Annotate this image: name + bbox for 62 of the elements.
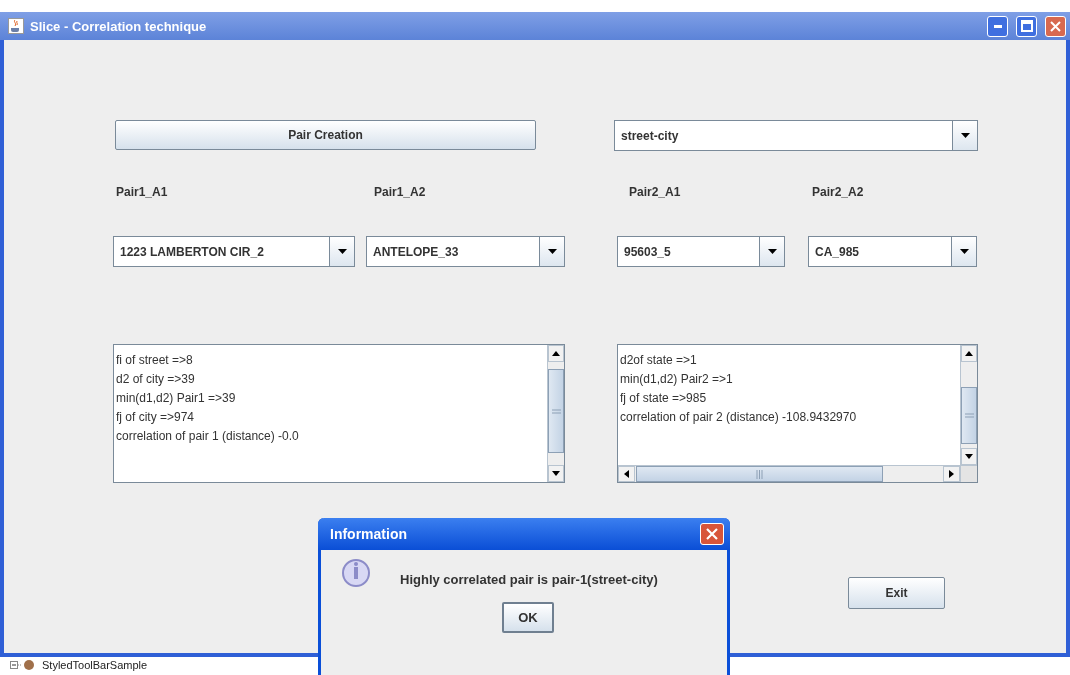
caret-icon xyxy=(959,249,969,254)
dropdown[interactable]: CA_985 xyxy=(808,236,977,267)
close-button[interactable] xyxy=(1045,15,1066,37)
info-icon xyxy=(341,558,371,588)
scroll-left-button[interactable] xyxy=(618,466,635,482)
pair-creation-button[interactable]: Pair Creation xyxy=(115,120,536,150)
up-arrow-icon xyxy=(965,351,973,356)
scroll-thumb[interactable] xyxy=(961,387,977,444)
scroll-up-button[interactable] xyxy=(548,345,564,362)
window-title: Slice - Correlation technique xyxy=(30,18,208,34)
output-text-area[interactable]: d2of state =>1 min(d1,d2) Pair2 =>1 fj of state =>985 correlation of pair 2 (distance) -108.9432970 xyxy=(617,344,978,483)
output-line: fj of city =>974 xyxy=(116,409,196,426)
left-arrow-icon xyxy=(624,470,629,478)
scrollbar-corner xyxy=(960,465,977,482)
output-line: correlation of pair 2 (distance) -108.9432970 xyxy=(620,409,858,426)
tree-node-icon xyxy=(10,659,36,671)
output-line: d2 of city =>39 xyxy=(116,371,196,388)
down-arrow-icon xyxy=(552,471,560,476)
horizontal-scrollbar[interactable] xyxy=(618,465,960,482)
exit-button[interactable]: Exit xyxy=(848,577,945,609)
minimize-button[interactable] xyxy=(987,15,1008,37)
close-icon xyxy=(706,528,718,540)
output-line: min(d1,d2) Pair1 =>39 xyxy=(116,390,237,407)
dropdown[interactable]: 95603_5 xyxy=(617,236,785,267)
scroll-down-button[interactable] xyxy=(548,465,564,482)
up-arrow-icon xyxy=(552,351,560,356)
field-label: Pair2_A2 xyxy=(812,185,864,201)
output-line: d2of state =>1 xyxy=(620,352,698,369)
cup-icon xyxy=(8,18,24,34)
scroll-thumb[interactable] xyxy=(636,466,883,482)
output-line: correlation of pair 1 (distance) -0.0 xyxy=(116,428,300,445)
maximize-button[interactable] xyxy=(1016,15,1037,37)
dialog-message: Highly correlated pair is pair-1(street-city) xyxy=(400,571,658,587)
tree-item-label[interactable]: StyledToolBarSample xyxy=(42,659,148,671)
field-label: Pair1_A1 xyxy=(116,185,168,201)
output-line: fj of state =>985 xyxy=(620,390,708,407)
dropdown[interactable]: street-city xyxy=(614,120,978,151)
dialog-title: Information xyxy=(330,526,408,542)
field-label: Pair2_A1 xyxy=(629,185,681,201)
scroll-thumb[interactable] xyxy=(548,369,564,453)
close-icon xyxy=(1050,20,1061,32)
minimize-icon xyxy=(993,24,1002,28)
dropdown[interactable]: 1223 LAMBERTON CIR_2 xyxy=(113,236,355,267)
dropdown[interactable]: ANTELOPE_33 xyxy=(366,236,565,267)
caret-icon xyxy=(960,133,970,138)
scroll-down-button[interactable] xyxy=(961,448,977,465)
field-label: Pair1_A2 xyxy=(374,185,426,201)
down-arrow-icon xyxy=(965,454,973,459)
right-arrow-icon xyxy=(949,470,954,478)
close-button[interactable] xyxy=(700,523,724,545)
maximize-icon xyxy=(1020,20,1033,32)
vertical-scrollbar[interactable] xyxy=(960,345,977,465)
vertical-scrollbar[interactable] xyxy=(547,345,564,482)
caret-icon xyxy=(767,249,777,254)
scroll-right-button[interactable] xyxy=(943,466,960,482)
ok-button[interactable]: OK xyxy=(502,602,554,633)
scroll-up-button[interactable] xyxy=(961,345,977,362)
caret-icon xyxy=(337,249,347,254)
output-line: fi of street =>8 xyxy=(116,352,194,369)
output-line: min(d1,d2) Pair2 =>1 xyxy=(620,371,734,388)
output-text-area[interactable]: fi of street =>8 d2 of city =>39 min(d1,d2) Pair1 =>39 fj of city =>974 correlation of pair 1 (distance) -0.0 xyxy=(113,344,565,483)
caret-icon xyxy=(547,249,557,254)
